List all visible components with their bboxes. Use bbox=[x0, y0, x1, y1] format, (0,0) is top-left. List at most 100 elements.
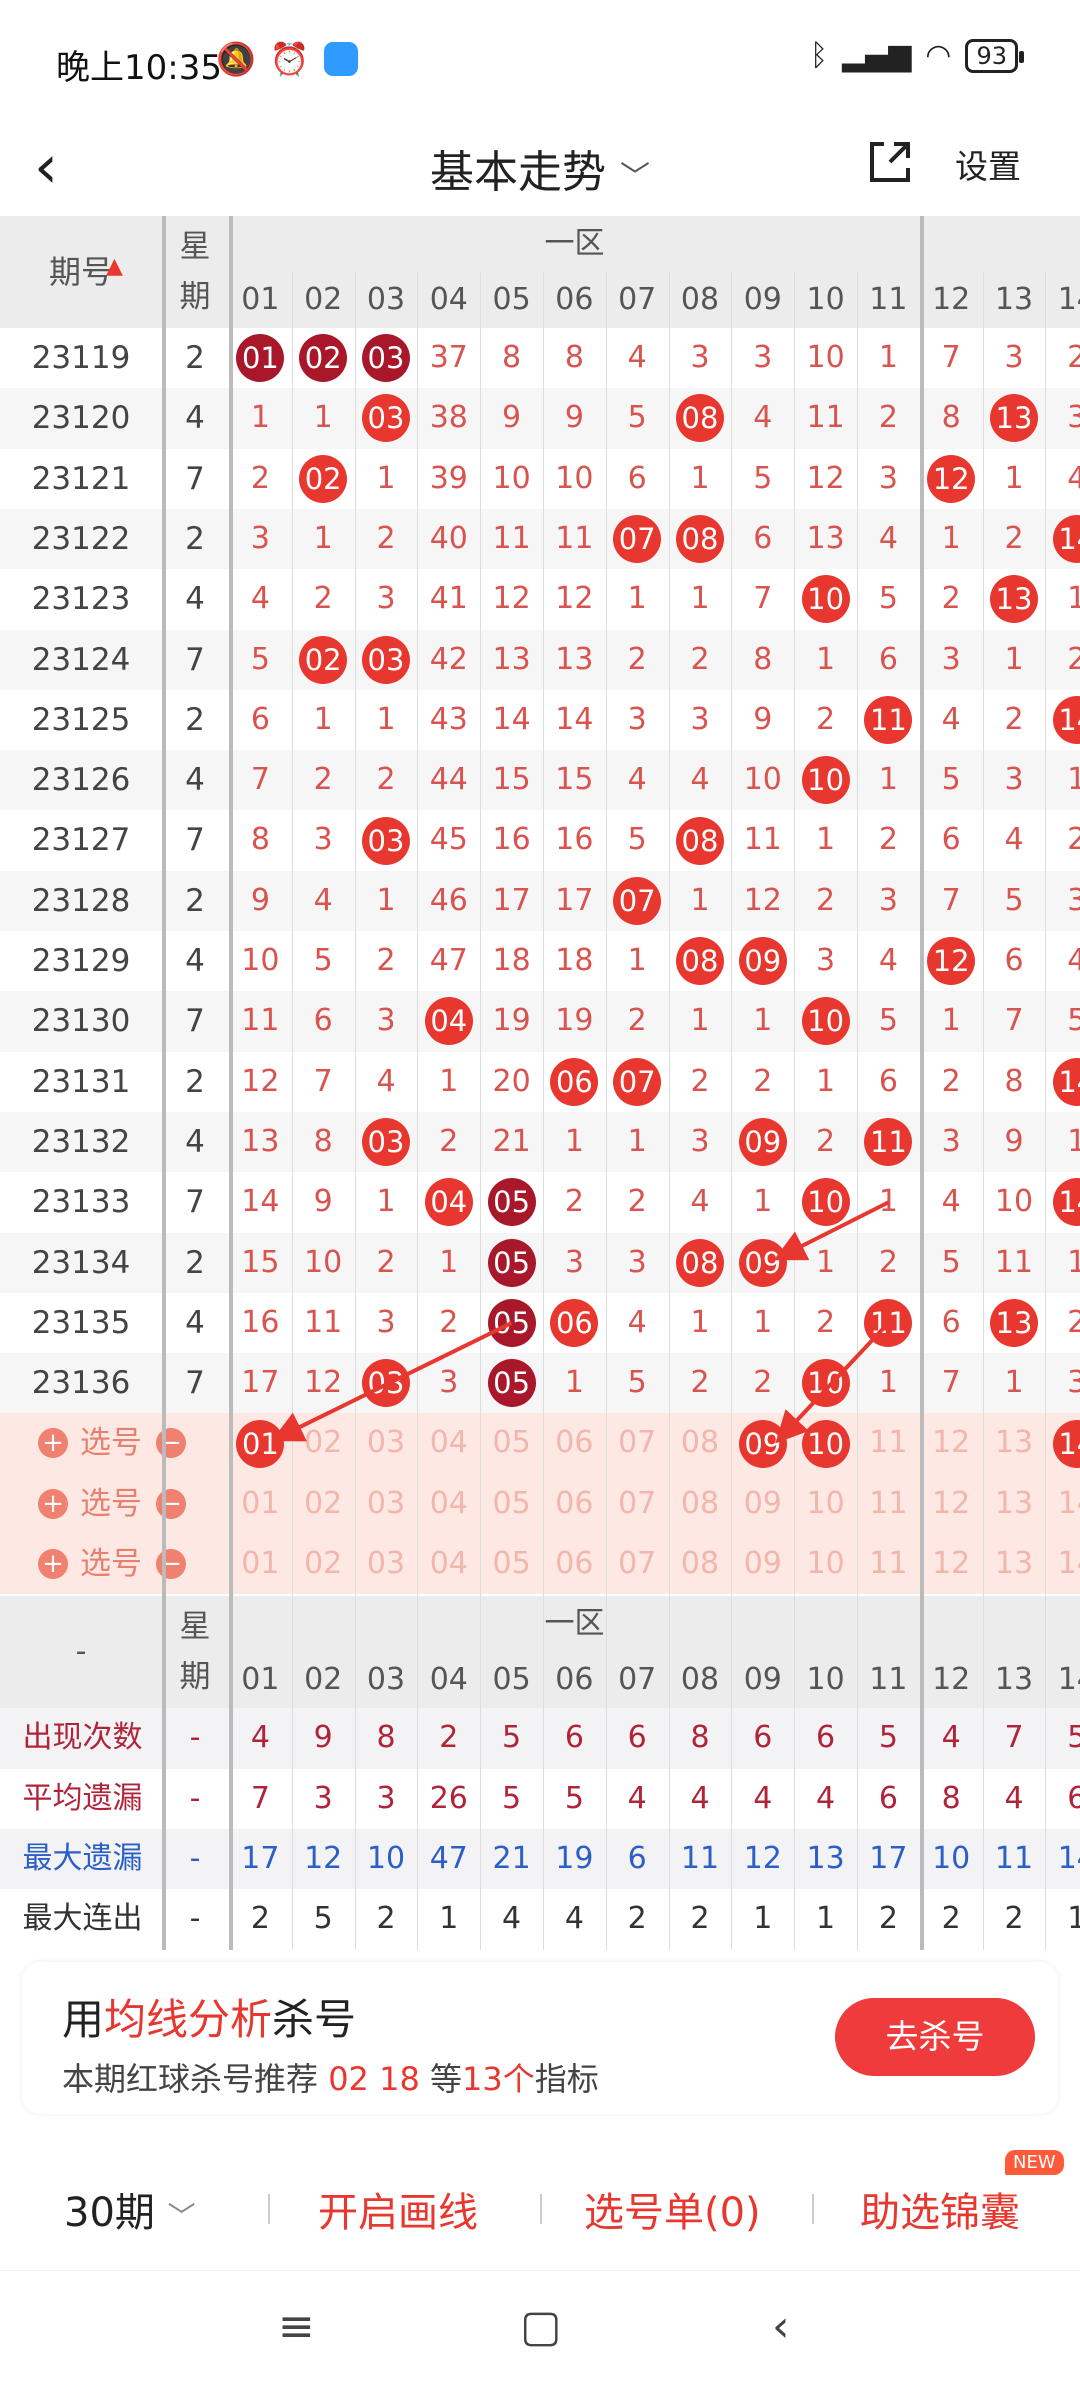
plus-icon[interactable]: + bbox=[38, 1549, 68, 1579]
pick-option[interactable]: 07 bbox=[606, 1474, 669, 1534]
pick-option[interactable]: 06 bbox=[543, 1413, 606, 1473]
drawn-ball: 05 bbox=[487, 1359, 536, 1408]
drawn-ball: 10 bbox=[801, 997, 850, 1046]
miss-value: 3 bbox=[690, 1123, 710, 1159]
banner-sub-count: 13个 bbox=[461, 2060, 535, 2098]
miss-value: 16 bbox=[555, 822, 594, 858]
pick-option[interactable]: 09 bbox=[731, 1474, 794, 1534]
banner-title-highlight: 均线分析 bbox=[104, 1995, 273, 2044]
pick-option[interactable]: 13 bbox=[983, 1534, 1046, 1594]
issue-number: 23133 bbox=[31, 1184, 131, 1221]
column-header: 06 bbox=[555, 1662, 594, 1698]
miss-value: 18 bbox=[555, 943, 594, 978]
pick-option[interactable]: 02 bbox=[292, 1413, 355, 1473]
issue-number: 23129 bbox=[31, 943, 131, 979]
pick-option[interactable]: 04 bbox=[417, 1413, 480, 1473]
pick-option[interactable]: 05 bbox=[480, 1534, 543, 1594]
picked-ball[interactable]: 10 bbox=[801, 1419, 850, 1468]
pick-option[interactable]: 11 bbox=[857, 1474, 920, 1534]
minus-icon[interactable]: − bbox=[156, 1488, 186, 1519]
pick-option[interactable]: 02 bbox=[292, 1534, 355, 1594]
page-title[interactable]: 基本走势 ﹀ bbox=[0, 136, 1080, 200]
pick-option[interactable]: 08 bbox=[669, 1534, 732, 1594]
miss-value: 4 bbox=[941, 1184, 961, 1220]
miss-value: 1 bbox=[878, 762, 898, 798]
miss-value: 3 bbox=[878, 460, 898, 496]
pick-option[interactable]: 10 bbox=[794, 1474, 857, 1534]
pick-option[interactable]: 05 bbox=[480, 1474, 543, 1534]
pick-option[interactable]: 11 bbox=[857, 1534, 920, 1594]
minus-icon[interactable]: − bbox=[156, 1428, 186, 1459]
picked-ball[interactable]: 09 bbox=[738, 1419, 787, 1468]
stats-value: 8 bbox=[376, 1720, 396, 1756]
miss-value: 1 bbox=[816, 1244, 836, 1280]
pick-option[interactable]: 06 bbox=[543, 1474, 606, 1534]
pick-option[interactable]: 13 bbox=[983, 1474, 1046, 1534]
menu-icon[interactable]: ≡ bbox=[278, 2301, 315, 2352]
period-header[interactable]: 期号 bbox=[0, 216, 162, 328]
miss-value: 1 bbox=[816, 822, 836, 858]
pick-option[interactable]: 04 bbox=[417, 1474, 480, 1534]
pick-list-button[interactable]: 选号单(0) bbox=[584, 2180, 761, 2238]
pick-option[interactable]: 03 bbox=[355, 1534, 418, 1594]
pick-option[interactable]: 14 bbox=[1045, 1474, 1080, 1534]
pick-option[interactable]: 07 bbox=[606, 1413, 669, 1473]
miss-value: 5 bbox=[878, 1003, 898, 1039]
pick-option[interactable]: 01 bbox=[229, 1474, 292, 1534]
kill-number-button[interactable]: 去杀号 bbox=[835, 1998, 1035, 2076]
share-icon[interactable] bbox=[862, 134, 918, 190]
picked-ball[interactable]: 01 bbox=[236, 1419, 285, 1468]
pick-option[interactable]: 12 bbox=[920, 1474, 983, 1534]
pick-option[interactable]: 05 bbox=[480, 1413, 543, 1473]
column-header: 03 bbox=[366, 1662, 406, 1698]
pick-option[interactable]: 07 bbox=[606, 1534, 669, 1594]
miss-value: 8 bbox=[941, 400, 961, 436]
pick-option[interactable]: 09 bbox=[731, 1534, 794, 1594]
column-header: 14 bbox=[1057, 1662, 1080, 1698]
pick-option[interactable]: 12 bbox=[920, 1534, 983, 1594]
helper-button[interactable]: 助选锦囊 bbox=[860, 2180, 1020, 2238]
pick-option[interactable]: 10 bbox=[794, 1534, 857, 1594]
column-header: 09 bbox=[743, 282, 782, 317]
settings-button[interactable]: 设置 bbox=[955, 140, 1021, 188]
stats-value: 8 bbox=[941, 1780, 961, 1816]
kill-number-banner[interactable]: 用均线分析杀号 本期红球杀号推荐 02 18 等13个指标 去杀号 bbox=[22, 1962, 1058, 2114]
pick-option[interactable]: 04 bbox=[417, 1534, 480, 1594]
issue-number: 23124 bbox=[31, 641, 131, 678]
miss-value: 42 bbox=[429, 641, 468, 677]
pick-option[interactable]: 14 bbox=[1045, 1534, 1080, 1594]
pick-option[interactable]: 03 bbox=[355, 1413, 418, 1473]
back-icon[interactable]: ‹ bbox=[772, 2301, 790, 2352]
miss-value: 18 bbox=[492, 943, 531, 978]
week-number: 7 bbox=[185, 1184, 205, 1221]
draw-line-button[interactable]: 开启画线 bbox=[318, 2180, 478, 2238]
drawn-ball: 10 bbox=[801, 1178, 850, 1227]
pick-option[interactable]: 06 bbox=[543, 1534, 606, 1594]
stats-value: 5 bbox=[502, 1720, 522, 1756]
pick-option[interactable]: 08 bbox=[669, 1413, 732, 1473]
miss-value: 2 bbox=[1067, 822, 1080, 858]
minus-icon[interactable]: − bbox=[156, 1549, 186, 1579]
miss-value: 1 bbox=[878, 1365, 898, 1401]
zone-header: 一区 bbox=[544, 1606, 605, 1642]
drawn-ball: 03 bbox=[362, 334, 410, 383]
miss-value: 3 bbox=[250, 520, 270, 556]
zone-header: 一区 bbox=[544, 226, 605, 261]
sort-icon[interactable]: ▲ bbox=[106, 254, 123, 279]
bottom-toolbar: 30期 ﹀ 开启画线 选号单(0) 助选锦囊 NEW bbox=[0, 2140, 1080, 2270]
miss-value: 1 bbox=[1004, 641, 1024, 677]
pick-option[interactable]: 08 bbox=[669, 1474, 732, 1534]
home-icon[interactable]: ▢ bbox=[520, 2301, 562, 2352]
pick-option[interactable]: 11 bbox=[857, 1413, 920, 1473]
pick-option[interactable]: 01 bbox=[229, 1534, 292, 1594]
miss-value: 1 bbox=[313, 400, 333, 436]
pick-option[interactable]: 02 bbox=[292, 1474, 355, 1534]
period-selector[interactable]: 30期 ﹀ bbox=[64, 2180, 196, 2238]
pick-option[interactable]: 12 bbox=[920, 1413, 983, 1473]
plus-icon[interactable]: + bbox=[38, 1428, 68, 1459]
pick-option[interactable]: 03 bbox=[355, 1474, 418, 1534]
miss-value: 2 bbox=[690, 641, 710, 677]
miss-value: 5 bbox=[1004, 882, 1024, 918]
plus-icon[interactable]: + bbox=[38, 1488, 68, 1519]
pick-option[interactable]: 13 bbox=[983, 1413, 1046, 1473]
